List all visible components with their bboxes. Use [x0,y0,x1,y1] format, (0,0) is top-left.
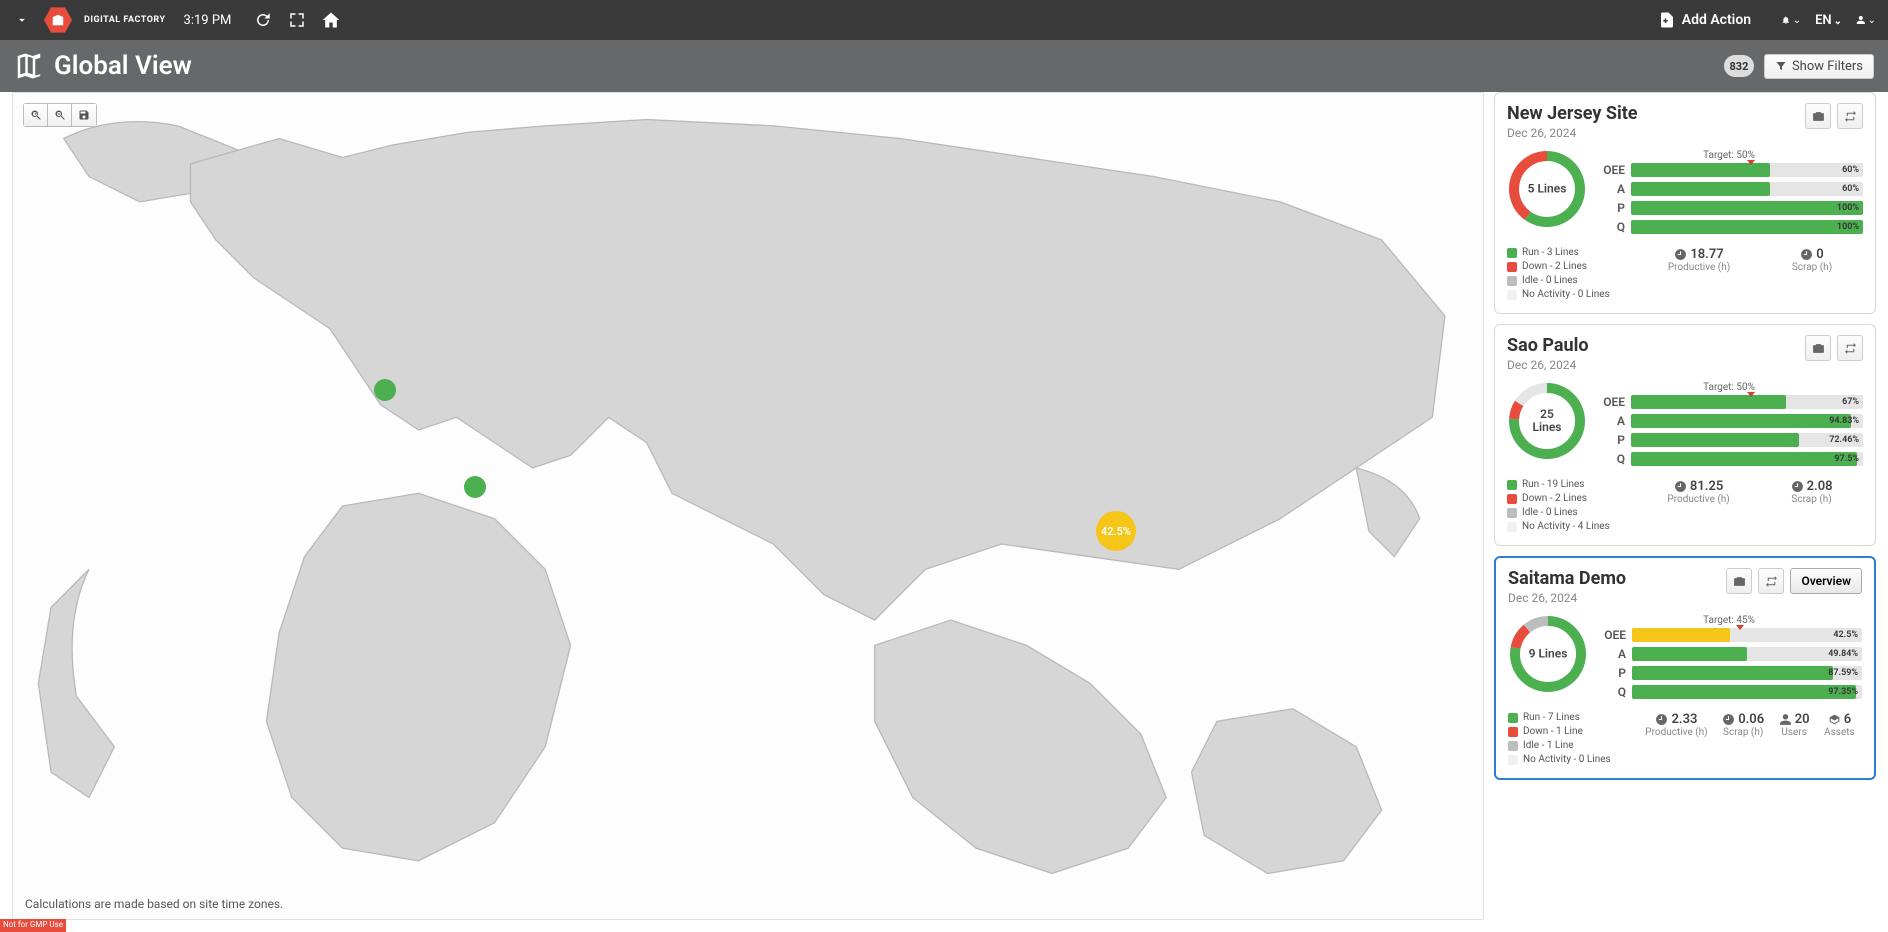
stat-users: 20Users [1779,712,1810,768]
stat-productive-h-: 18.77Productive (h) [1668,247,1730,303]
clock-time: 3:19 PM [184,13,232,28]
donut-chart: 25Lines [1508,382,1586,460]
fullscreen-icon[interactable] [287,10,307,30]
legend-item: Idle - 0 Lines [1507,275,1627,286]
zoom-in-button[interactable] [24,104,48,126]
gmp-badge: Not for GMP Use [0,919,66,932]
donut-chart: 5 Lines [1508,150,1586,228]
record-count-badge: 832 [1724,55,1754,77]
bar-A: A49.84% [1596,647,1862,661]
stat-scrap-h-: 2.08Scrap (h) [1791,479,1833,535]
bar-OEE: OEE42.5% [1596,628,1862,642]
map-marker-m1[interactable] [374,379,396,401]
overview-button[interactable]: Overview [1790,568,1862,594]
stat-assets: 6Assets [1824,712,1855,768]
bar-Q: Q97.5% [1595,452,1863,466]
bar-A: A94.83% [1595,414,1863,428]
swap-button[interactable] [1837,103,1863,129]
donut-chart: 9 Lines [1509,615,1587,693]
stat-scrap-h-: 0.06Scrap (h) [1722,712,1764,768]
stat-productive-h-: 2.33Productive (h) [1645,712,1707,768]
legend-item: Down - 2 Lines [1507,493,1627,504]
site-cards-panel: New Jersey Site Dec 26, 2024 5 Lines Target… [1494,92,1876,920]
legend-item: Idle - 0 Lines [1507,507,1627,518]
site-name: New Jersey Site [1507,103,1638,124]
bar-P: P72.46% [1595,433,1863,447]
bar-Q: Q100% [1595,220,1863,234]
stat-scrap-h-: 0Scrap (h) [1792,247,1832,303]
menu-chevron-icon[interactable] [12,10,32,30]
bar-OEE: OEE60% [1595,163,1863,177]
stat-productive-h-: 81.25Productive (h) [1667,479,1729,535]
site-date: Dec 26, 2024 [1508,591,1626,605]
bar-Q: Q97.35% [1596,685,1862,699]
legend-item: Run - 3 Lines [1507,247,1627,258]
language-selector[interactable]: EN⌄ [1815,13,1842,28]
filter-icon [1775,60,1787,72]
brand-text: DIGITAL FACTORY [84,16,166,25]
legend-item: Idle - 1 Line [1508,740,1628,751]
map-footnote: Calculations are made based on site time… [25,897,283,911]
app-logo [44,6,72,34]
world-map[interactable]: 42.5% Calculations are made based on sit… [12,92,1484,920]
camera-button[interactable] [1805,103,1831,129]
add-action-button[interactable]: Add Action [1658,11,1751,29]
site-card-sp[interactable]: Sao Paulo Dec 26, 2024 25Lines Target: 50% O… [1494,324,1876,546]
page-title: Global View [54,51,192,81]
target-label: Target: 50% [1595,150,1863,161]
map-icon [14,51,44,81]
site-card-nj[interactable]: New Jersey Site Dec 26, 2024 5 Lines Target… [1494,92,1876,314]
map-marker-m3[interactable]: 42.5% [1096,511,1136,551]
map-marker-m2[interactable] [464,476,486,498]
swap-button[interactable] [1758,568,1784,594]
swap-button[interactable] [1837,335,1863,361]
camera-button[interactable] [1726,568,1752,594]
camera-button[interactable] [1805,335,1831,361]
page-title-bar: Global View 832 Show Filters [0,40,1888,92]
chevron-down-icon: ⌄ [1793,15,1801,26]
site-date: Dec 26, 2024 [1507,358,1589,372]
zoom-out-button[interactable] [48,104,72,126]
home-icon[interactable] [321,10,341,30]
map-zoom-controls [23,103,97,127]
bar-A: A60% [1595,182,1863,196]
site-card-sd[interactable]: Saitama Demo Dec 26, 2024 Overview 9 Lines T… [1494,556,1876,780]
show-filters-button[interactable]: Show Filters [1764,54,1874,79]
target-label: Target: 45% [1596,615,1862,626]
legend-item: No Activity - 0 Lines [1508,754,1628,765]
map-save-button[interactable] [72,104,96,126]
site-name: Sao Paulo [1507,335,1589,356]
bar-OEE: OEE67% [1595,395,1863,409]
legend-item: Run - 19 Lines [1507,479,1627,490]
legend-item: No Activity - 4 Lines [1507,521,1627,532]
legend-item: Run - 7 Lines [1508,712,1628,723]
topbar: DIGITAL FACTORY 3:19 PM Add Action ⌄ EN⌄… [0,0,1888,40]
refresh-icon[interactable] [253,10,273,30]
legend-item: Down - 1 Line [1508,726,1628,737]
site-date: Dec 26, 2024 [1507,126,1638,140]
user-icon[interactable]: ⌄ [1856,10,1876,30]
bell-icon[interactable]: ⌄ [1781,10,1801,30]
legend-item: No Activity - 0 Lines [1507,289,1627,300]
legend-item: Down - 2 Lines [1507,261,1627,272]
bar-P: P87.59% [1596,666,1862,680]
site-name: Saitama Demo [1508,568,1626,589]
map-svg [13,93,1483,919]
bar-P: P100% [1595,201,1863,215]
target-label: Target: 50% [1595,382,1863,393]
